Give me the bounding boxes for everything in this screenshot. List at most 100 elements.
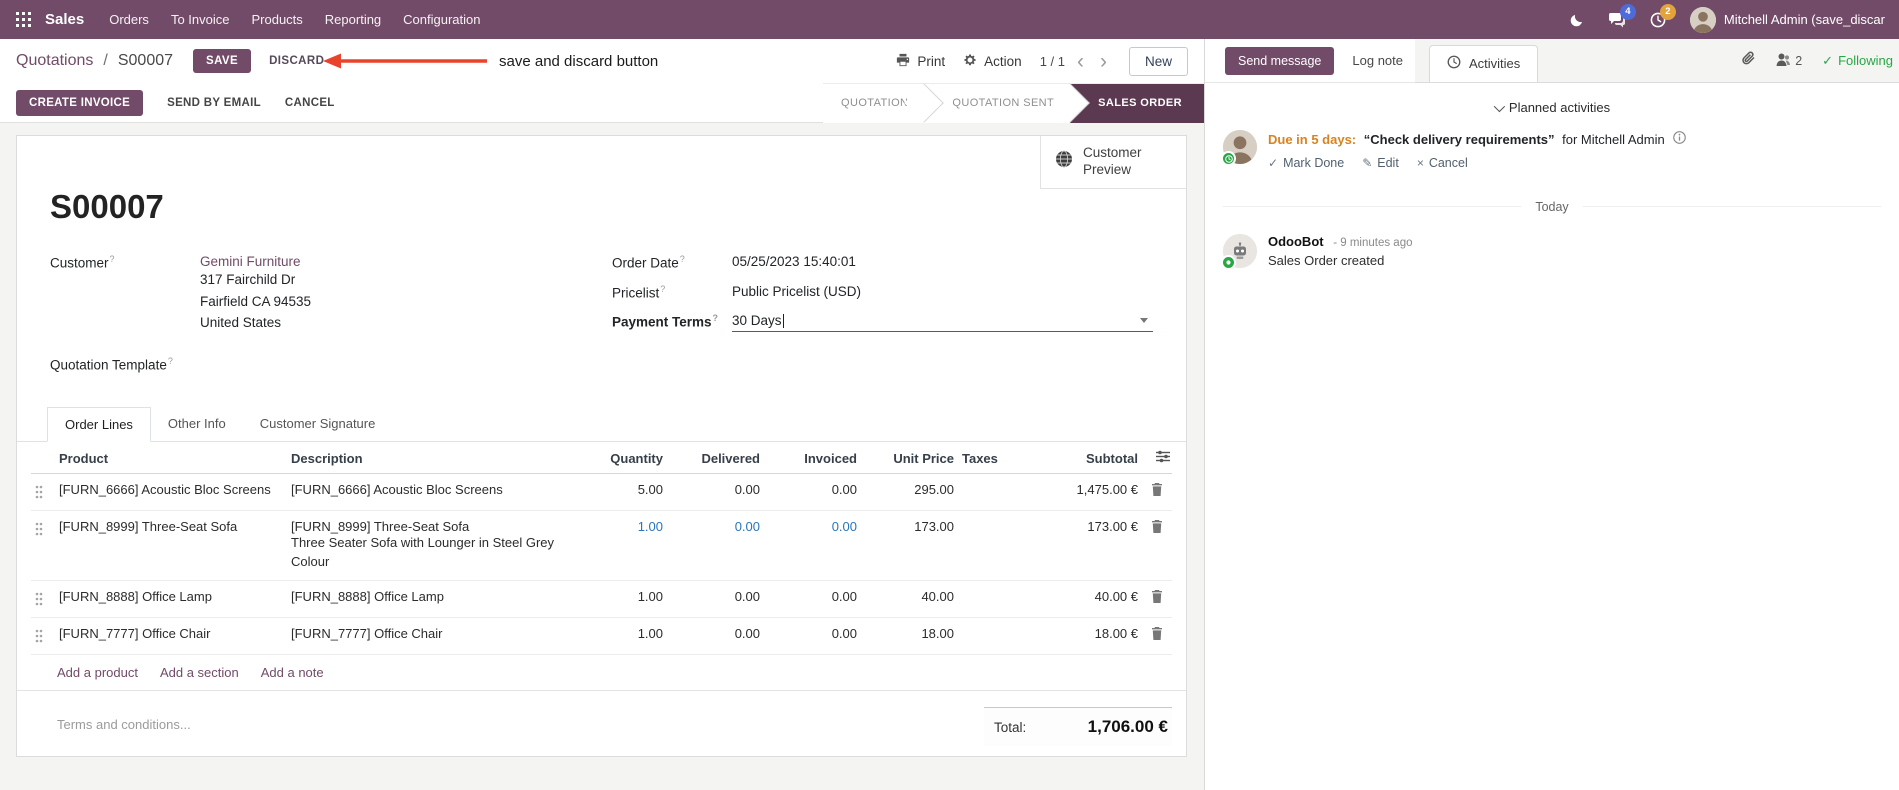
col-unit-price[interactable]: Unit Price [861, 442, 958, 475]
info-icon[interactable] [1673, 131, 1687, 147]
cell-unit-price[interactable]: 18.00 [861, 617, 958, 655]
cell-quantity[interactable]: 1.00 [595, 510, 667, 581]
new-button[interactable]: New [1128, 46, 1188, 76]
col-invoiced[interactable]: Invoiced [764, 442, 861, 475]
optional-columns-icon[interactable] [1156, 450, 1170, 466]
cell-product[interactable]: [FURN_7777] Office Chair [55, 617, 287, 655]
discard-button[interactable]: DISCARD [261, 49, 332, 73]
activity-clock-button[interactable]: 2 [1650, 3, 1676, 28]
cell-description[interactable]: [FURN_8999] Three-Seat Sofa Three Seater… [287, 510, 595, 581]
cell-product[interactable]: [FURN_6666] Acoustic Bloc Screens [55, 473, 287, 512]
cell-delivered[interactable]: 0.00 [667, 473, 764, 512]
action-button[interactable]: Action [963, 53, 1022, 70]
cell-delivered[interactable]: 0.00 [667, 510, 764, 581]
col-taxes[interactable]: Taxes [958, 442, 1034, 475]
delete-row-icon[interactable] [1151, 626, 1163, 643]
menu-products[interactable]: Products [240, 0, 313, 39]
cell-invoiced[interactable]: 0.00 [764, 617, 861, 655]
menu-reporting[interactable]: Reporting [314, 0, 392, 39]
drag-handle-icon[interactable] [35, 592, 43, 609]
followers-icon [1776, 53, 1791, 69]
cell-unit-price[interactable]: 295.00 [861, 473, 958, 512]
cell-taxes[interactable] [958, 510, 1034, 581]
cell-quantity[interactable]: 1.00 [595, 617, 667, 655]
cancel-button[interactable]: CANCEL [285, 97, 335, 109]
cell-subtotal: 1,475.00 € [1034, 473, 1142, 512]
annotation-arrow [323, 53, 487, 69]
cell-unit-price[interactable]: 40.00 [861, 580, 958, 618]
cell-product[interactable]: [FURN_8999] Three-Seat Sofa [55, 510, 287, 581]
followers-button[interactable]: 2 [1776, 53, 1802, 69]
activity-avatar [1221, 130, 1257, 166]
add-note-link[interactable]: Add a note [261, 665, 324, 680]
customer-link[interactable]: Gemini Furniture [200, 254, 311, 269]
cell-delivered[interactable]: 0.00 [667, 617, 764, 655]
step-quotation-sent[interactable]: QUOTATION SENT [924, 83, 1090, 123]
drag-handle-icon[interactable] [35, 485, 43, 502]
col-delivered[interactable]: Delivered [667, 442, 764, 475]
pager-next-button[interactable]: › [1096, 51, 1111, 72]
terms-and-conditions-field[interactable]: Terms and conditions... [57, 717, 191, 732]
cell-description[interactable]: [FURN_8888] Office Lamp [287, 580, 595, 618]
col-quantity[interactable]: Quantity [595, 442, 667, 475]
col-subtotal[interactable]: Subtotal [1034, 442, 1142, 475]
attach-files-button[interactable] [1741, 50, 1756, 71]
delete-row-icon[interactable] [1151, 589, 1163, 606]
following-button[interactable]: ✓ Following [1822, 53, 1893, 69]
tab-order-lines[interactable]: Order Lines [47, 407, 151, 443]
col-description[interactable]: Description [287, 442, 595, 475]
cell-quantity[interactable]: 5.00 [595, 473, 667, 512]
pager-previous-button[interactable]: ‹ [1073, 51, 1088, 72]
menu-to-invoice[interactable]: To Invoice [160, 0, 241, 39]
cell-description[interactable]: [FURN_6666] Acoustic Bloc Screens [287, 473, 595, 512]
dark-mode-moon-icon[interactable] [1570, 13, 1584, 27]
tab-activities[interactable]: Activities [1429, 45, 1539, 82]
save-button[interactable]: SAVE [193, 49, 252, 73]
planned-activities-toggle[interactable]: Planned activities [1205, 100, 1899, 115]
messages-button[interactable]: 4 [1608, 3, 1636, 28]
cell-product[interactable]: [FURN_8888] Office Lamp [55, 580, 287, 618]
log-note-button[interactable]: Log note [1352, 53, 1403, 68]
apps-grid-icon[interactable] [10, 12, 37, 27]
date-divider: Today [1223, 200, 1882, 214]
user-menu[interactable]: Mitchell Admin (save_discar [1689, 6, 1885, 33]
payment-terms-input[interactable]: 30 Days [732, 313, 1153, 332]
cancel-activity-button[interactable]: × Cancel [1417, 156, 1468, 170]
send-message-button[interactable]: Send message [1225, 46, 1335, 75]
mark-done-button[interactable]: ✓ Mark Done [1268, 156, 1344, 170]
cell-invoiced[interactable]: 0.00 [764, 510, 861, 581]
create-invoice-button[interactable]: CREATE INVOICE [16, 89, 144, 116]
step-quotation[interactable]: QUOTATION [823, 83, 945, 123]
cell-delivered[interactable]: 0.00 [667, 580, 764, 618]
print-button[interactable]: Print [896, 53, 945, 70]
cell-quantity[interactable]: 1.00 [595, 580, 667, 618]
tab-customer-signature[interactable]: Customer Signature [243, 407, 393, 441]
cell-taxes[interactable] [958, 580, 1034, 618]
pricelist-field[interactable]: Public Pricelist (USD) [732, 284, 861, 301]
add-product-link[interactable]: Add a product [57, 665, 138, 680]
send-by-email-button[interactable]: SEND BY EMAIL [167, 97, 261, 109]
step-sales-order[interactable]: SALES ORDER [1070, 83, 1204, 123]
cell-invoiced[interactable]: 0.00 [764, 473, 861, 512]
customer-preview-button[interactable]: Customer Preview [1040, 136, 1186, 189]
drag-handle-icon[interactable] [35, 522, 43, 539]
col-product[interactable]: Product [55, 442, 287, 475]
add-section-link[interactable]: Add a section [160, 665, 239, 680]
delete-row-icon[interactable] [1151, 483, 1163, 499]
cell-taxes[interactable] [958, 617, 1034, 655]
breadcrumb-separator: / [103, 52, 108, 69]
drag-handle-icon[interactable] [35, 629, 43, 646]
order-date-field[interactable]: 05/25/2023 15:40:01 [732, 254, 856, 271]
cell-unit-price[interactable]: 173.00 [861, 510, 958, 581]
tab-other-info[interactable]: Other Info [151, 407, 243, 441]
user-avatar [1689, 6, 1716, 33]
cell-invoiced[interactable]: 0.00 [764, 580, 861, 618]
delete-row-icon[interactable] [1151, 520, 1163, 536]
cell-taxes[interactable] [958, 473, 1034, 512]
menu-orders[interactable]: Orders [98, 0, 160, 39]
cell-description[interactable]: [FURN_7777] Office Chair [287, 617, 595, 655]
app-name[interactable]: Sales [45, 11, 84, 28]
breadcrumb-quotations[interactable]: Quotations [16, 52, 93, 70]
edit-activity-button[interactable]: ✎ Edit [1362, 156, 1399, 170]
menu-configuration[interactable]: Configuration [392, 0, 491, 39]
